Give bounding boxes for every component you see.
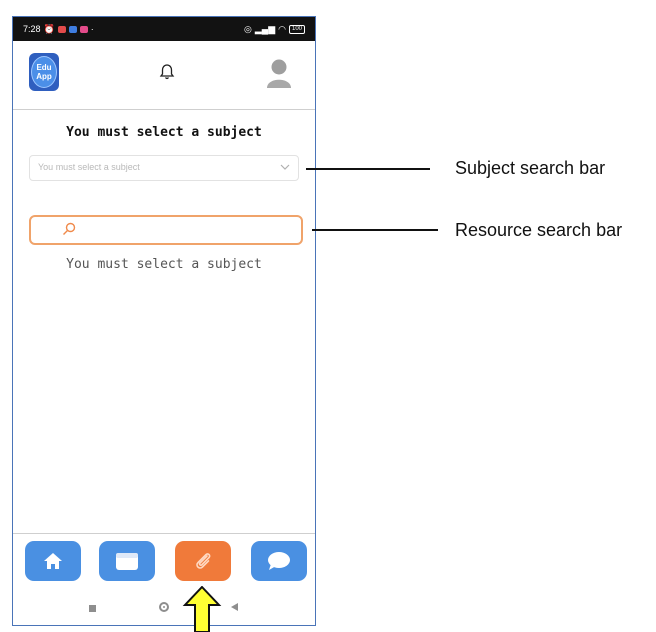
signal-icon: ▂▄▆ <box>254 23 276 34</box>
page-title: You must select a subject <box>66 125 262 140</box>
system-navigation-bar <box>13 589 315 625</box>
notification-icon <box>57 25 66 33</box>
empty-state-message: You must select a subject <box>66 257 262 272</box>
nav-calendar-button[interactable] <box>99 541 155 581</box>
wifi-icon: ◠ <box>278 23 286 34</box>
resource-search-bar[interactable] <box>29 215 303 245</box>
dot-icon: · <box>90 24 94 34</box>
nav-home-button[interactable] <box>25 541 81 581</box>
up-arrow-icon <box>182 586 222 632</box>
bell-icon[interactable] <box>159 63 175 81</box>
back-icon[interactable] <box>231 603 238 611</box>
alarm-icon: ⏰ <box>43 23 55 34</box>
annotation-subject-label: Subject search bar <box>455 158 606 178</box>
chevron-down-icon <box>280 164 290 170</box>
logo-line1: Edu <box>36 63 52 72</box>
chat-bubble-icon <box>268 552 290 570</box>
status-bar: 7:28 ⏰ · ◎ ▂▄▆ ◠ 100 <box>13 17 315 41</box>
status-time: 7:28 <box>23 24 41 34</box>
avatar-icon[interactable] <box>265 57 293 89</box>
resource-search-input[interactable] <box>75 221 289 241</box>
divider <box>13 533 315 534</box>
subject-select[interactable]: You must select a subject <box>29 155 299 181</box>
notification-icon <box>79 25 88 33</box>
app-header: Edu App <box>13 41 315 110</box>
home-circle-icon[interactable] <box>159 602 169 612</box>
logo-line2: App <box>36 72 52 81</box>
recent-apps-icon[interactable] <box>89 605 96 612</box>
data-saver-icon: ◎ <box>244 23 252 34</box>
home-icon <box>44 553 62 569</box>
battery-icon: 100 <box>288 24 305 34</box>
paperclip-icon <box>196 553 211 569</box>
nav-resources-button[interactable] <box>175 541 231 581</box>
calendar-icon <box>116 553 138 570</box>
annotation-line-resource <box>312 229 438 231</box>
annotation-resource-label: Resource search bar <box>455 220 623 240</box>
subject-select-placeholder: You must select a subject <box>38 162 140 172</box>
logo-badge: Edu App <box>31 56 57 88</box>
notification-icon <box>68 25 77 33</box>
app-logo[interactable]: Edu App <box>29 53 59 91</box>
annotation-line-subject <box>306 168 430 170</box>
nav-chat-button[interactable] <box>251 541 307 581</box>
phone-screen: 7:28 ⏰ · ◎ ▂▄▆ ◠ 100 Edu App You must se… <box>12 16 316 626</box>
